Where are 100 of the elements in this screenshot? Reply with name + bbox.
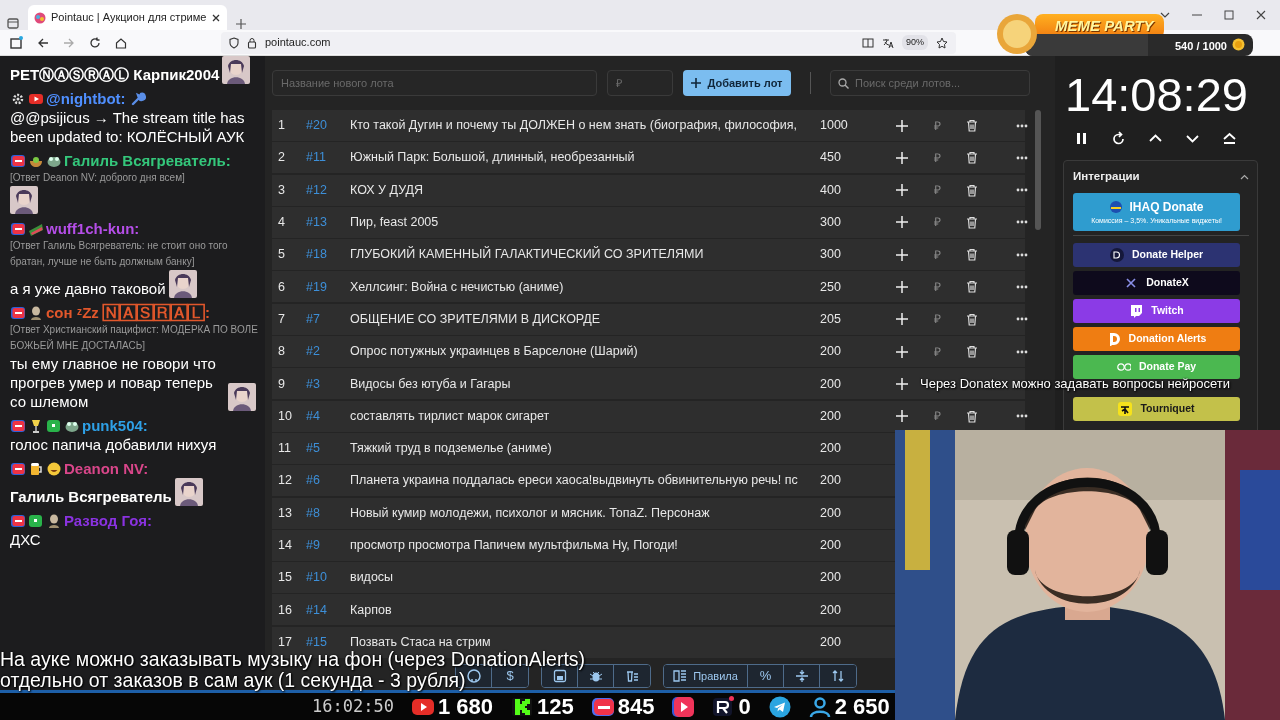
reader-icon[interactable] bbox=[862, 36, 874, 49]
compress-icon bbox=[794, 669, 809, 683]
lot-amount: 200 bbox=[820, 633, 842, 651]
integration-button[interactable]: Donate Pay bbox=[1073, 355, 1240, 379]
reply-text: [Ответ Христианский пацифист: МОДЕРКА ПО ВОЛЕ БОЖЬЕЙ МНЕ ДОСТАЛАСЬ] bbox=[10, 323, 259, 353]
currency-button[interactable]: ₽ bbox=[925, 210, 949, 235]
lot-amount: 1000 bbox=[820, 117, 849, 135]
plus-icon bbox=[896, 119, 908, 132]
lot-id: #9 bbox=[306, 537, 321, 554]
bookmark-icon[interactable] bbox=[936, 36, 948, 49]
integration-button[interactable]: Donation Alerts bbox=[1073, 327, 1240, 351]
lot-name: Пир, feast 2005 bbox=[350, 214, 440, 231]
lot-amount: 200 bbox=[820, 601, 842, 619]
username[interactable]: Галиль Всягреватель: bbox=[64, 152, 231, 169]
row-number: 16 bbox=[278, 601, 293, 619]
username[interactable]: Deanon NV: bbox=[64, 460, 149, 477]
plus-icon bbox=[896, 377, 908, 390]
currency-button[interactable]: ₽ bbox=[925, 113, 949, 138]
twitch-logo-icon bbox=[1129, 304, 1144, 318]
more-icon bbox=[1016, 220, 1028, 225]
caption-text: Через Donatex можно задавать вопросы нейросети bbox=[920, 377, 1231, 391]
restart-icon bbox=[1110, 130, 1126, 146]
currency-button[interactable]: ₽ bbox=[925, 307, 949, 332]
currency-button[interactable]: ₽ bbox=[925, 242, 949, 267]
lot-name: составлять тирлист марок сигарет bbox=[350, 407, 551, 425]
lot-id: #5 bbox=[306, 440, 321, 458]
progress-text: 540 / 1000 bbox=[1175, 39, 1227, 54]
toolbar-button[interactable]: % bbox=[748, 665, 784, 687]
lot-amount: 400 bbox=[820, 181, 842, 199]
rules-button[interactable]: Правила bbox=[664, 665, 748, 687]
sort-button[interactable] bbox=[820, 665, 856, 687]
integration-button[interactable]: DonateX bbox=[1073, 271, 1240, 295]
username[interactable]: сон ᶻZz 🄽🄰🅂🅁🄰🄻: bbox=[46, 304, 210, 321]
live-badge-icon bbox=[10, 153, 26, 169]
telegram-icon bbox=[768, 695, 791, 718]
trash-icon bbox=[966, 119, 978, 132]
zoom-level[interactable]: 90% bbox=[902, 34, 928, 51]
currency-button[interactable]: ₽ bbox=[925, 275, 949, 299]
trash-icon bbox=[966, 248, 978, 262]
username[interactable]: Развод Гоя: bbox=[64, 512, 152, 529]
lot-name-field[interactable]: Название нового лота bbox=[272, 70, 597, 96]
integration-button[interactable]: Donate Helper bbox=[1073, 243, 1240, 267]
stat-count: 2 650 bbox=[834, 693, 890, 720]
home-icon[interactable] bbox=[115, 36, 127, 49]
lot-name: просмотр просмотра Папичем мультфильма Ну, Погоди! bbox=[350, 537, 679, 554]
row-number: 10 bbox=[278, 407, 293, 425]
price-field[interactable]: ₽ bbox=[607, 70, 673, 96]
lot-amount: 200 bbox=[820, 537, 842, 554]
close-icon[interactable] bbox=[211, 12, 222, 23]
row-number: 8 bbox=[278, 343, 286, 361]
browser-tab[interactable]: Pointauc | Аукцион для стриме bbox=[28, 5, 228, 30]
row-number: 13 bbox=[278, 504, 293, 522]
collapse-icon[interactable] bbox=[1240, 174, 1249, 180]
search-field[interactable]: Поиск среди лотов... bbox=[830, 70, 1030, 96]
pay-logo-icon bbox=[1116, 360, 1131, 374]
lot-id: #15 bbox=[306, 633, 328, 651]
tab-list-icon[interactable] bbox=[6, 16, 20, 30]
username[interactable]: wuff1ch-kun: bbox=[46, 220, 140, 237]
username[interactable]: punk504: bbox=[82, 417, 148, 434]
lot-name: видосы bbox=[350, 569, 395, 587]
clear-button[interactable] bbox=[614, 665, 650, 687]
row-number: 2 bbox=[278, 149, 286, 167]
lot-id: #7 bbox=[306, 310, 321, 328]
lot-amount: 200 bbox=[820, 407, 842, 425]
plus-icon bbox=[896, 248, 908, 261]
new-tab-icon[interactable] bbox=[235, 18, 248, 30]
stat-count: 1 680 bbox=[437, 693, 493, 720]
currency-button[interactable]: ₽ bbox=[925, 339, 949, 364]
coin-icon bbox=[995, 12, 1039, 56]
sidebar-icon[interactable] bbox=[10, 36, 23, 49]
lot-amount: 200 bbox=[820, 569, 842, 587]
close-icon[interactable] bbox=[1256, 10, 1266, 20]
currency-button[interactable]: ₽ bbox=[925, 404, 949, 429]
viewers-icon bbox=[808, 695, 831, 718]
address-bar[interactable]: pointauc.com 90% bbox=[221, 31, 956, 54]
plus-icon bbox=[896, 216, 908, 229]
compress-button[interactable] bbox=[784, 665, 820, 687]
row-number: 14 bbox=[278, 537, 293, 554]
translate-icon[interactable] bbox=[882, 36, 894, 49]
row-number: 4 bbox=[278, 214, 286, 231]
currency-button[interactable]: ₽ bbox=[925, 178, 949, 203]
clear-list-icon bbox=[625, 669, 639, 683]
currency-button[interactable]: ₽ bbox=[925, 145, 949, 170]
integration-button[interactable]: Twitch bbox=[1073, 299, 1240, 323]
reload-icon[interactable] bbox=[89, 36, 101, 49]
username[interactable]: @nightbot: bbox=[46, 90, 126, 107]
lot-amount: 200 bbox=[820, 343, 842, 361]
plus-icon bbox=[691, 78, 702, 88]
add-lot-button[interactable]: Добавить лот bbox=[683, 70, 791, 96]
toolbar-button[interactable]: $ bbox=[492, 665, 528, 687]
maximize-icon[interactable] bbox=[1224, 10, 1234, 20]
back-icon[interactable] bbox=[37, 36, 49, 49]
row-number: 3 bbox=[278, 181, 286, 199]
integration-button[interactable]: Tourniquet bbox=[1073, 397, 1240, 421]
trash-icon bbox=[966, 183, 978, 197]
tab-title: Pointauc | Аукцион для стриме bbox=[51, 10, 207, 26]
more-icon bbox=[1016, 123, 1028, 128]
live-badge-icon bbox=[10, 221, 26, 237]
row-number: 17 bbox=[278, 633, 293, 651]
lot-name: Новый кумир молодежи, психолог и мясник. ТопаZ. Персонаж bbox=[350, 504, 711, 522]
